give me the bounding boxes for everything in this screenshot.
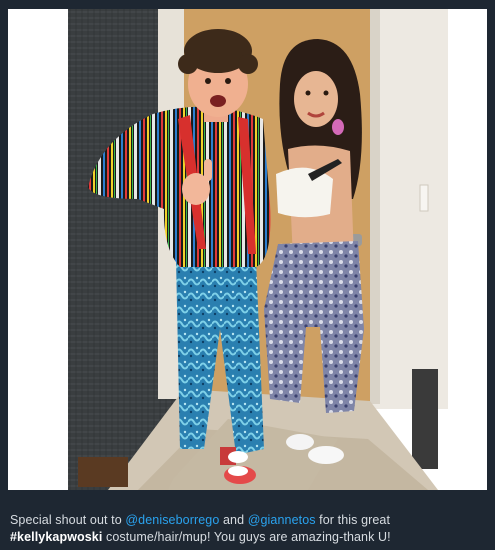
tweet-photo[interactable] (8, 9, 487, 490)
mention-link-deniseborrego[interactable]: @deniseborrego (125, 513, 219, 527)
tweet-caption: Special shout out to @deniseborrego and … (10, 512, 488, 546)
tweet-media-card: Special shout out to @deniseborrego and … (0, 0, 495, 550)
photo-image (8, 9, 487, 490)
caption-suffix: costume/hair/mup! You guys are amazing-t… (102, 530, 391, 544)
caption-connector: and (219, 513, 248, 527)
hashtag-link-kellykapwoski[interactable]: #kellykapwoski (10, 530, 102, 544)
caption-prefix: Special shout out to (10, 513, 126, 527)
mention-link-giannetos[interactable]: @giannetos (248, 513, 316, 527)
caption-middle: for this great (315, 513, 391, 527)
